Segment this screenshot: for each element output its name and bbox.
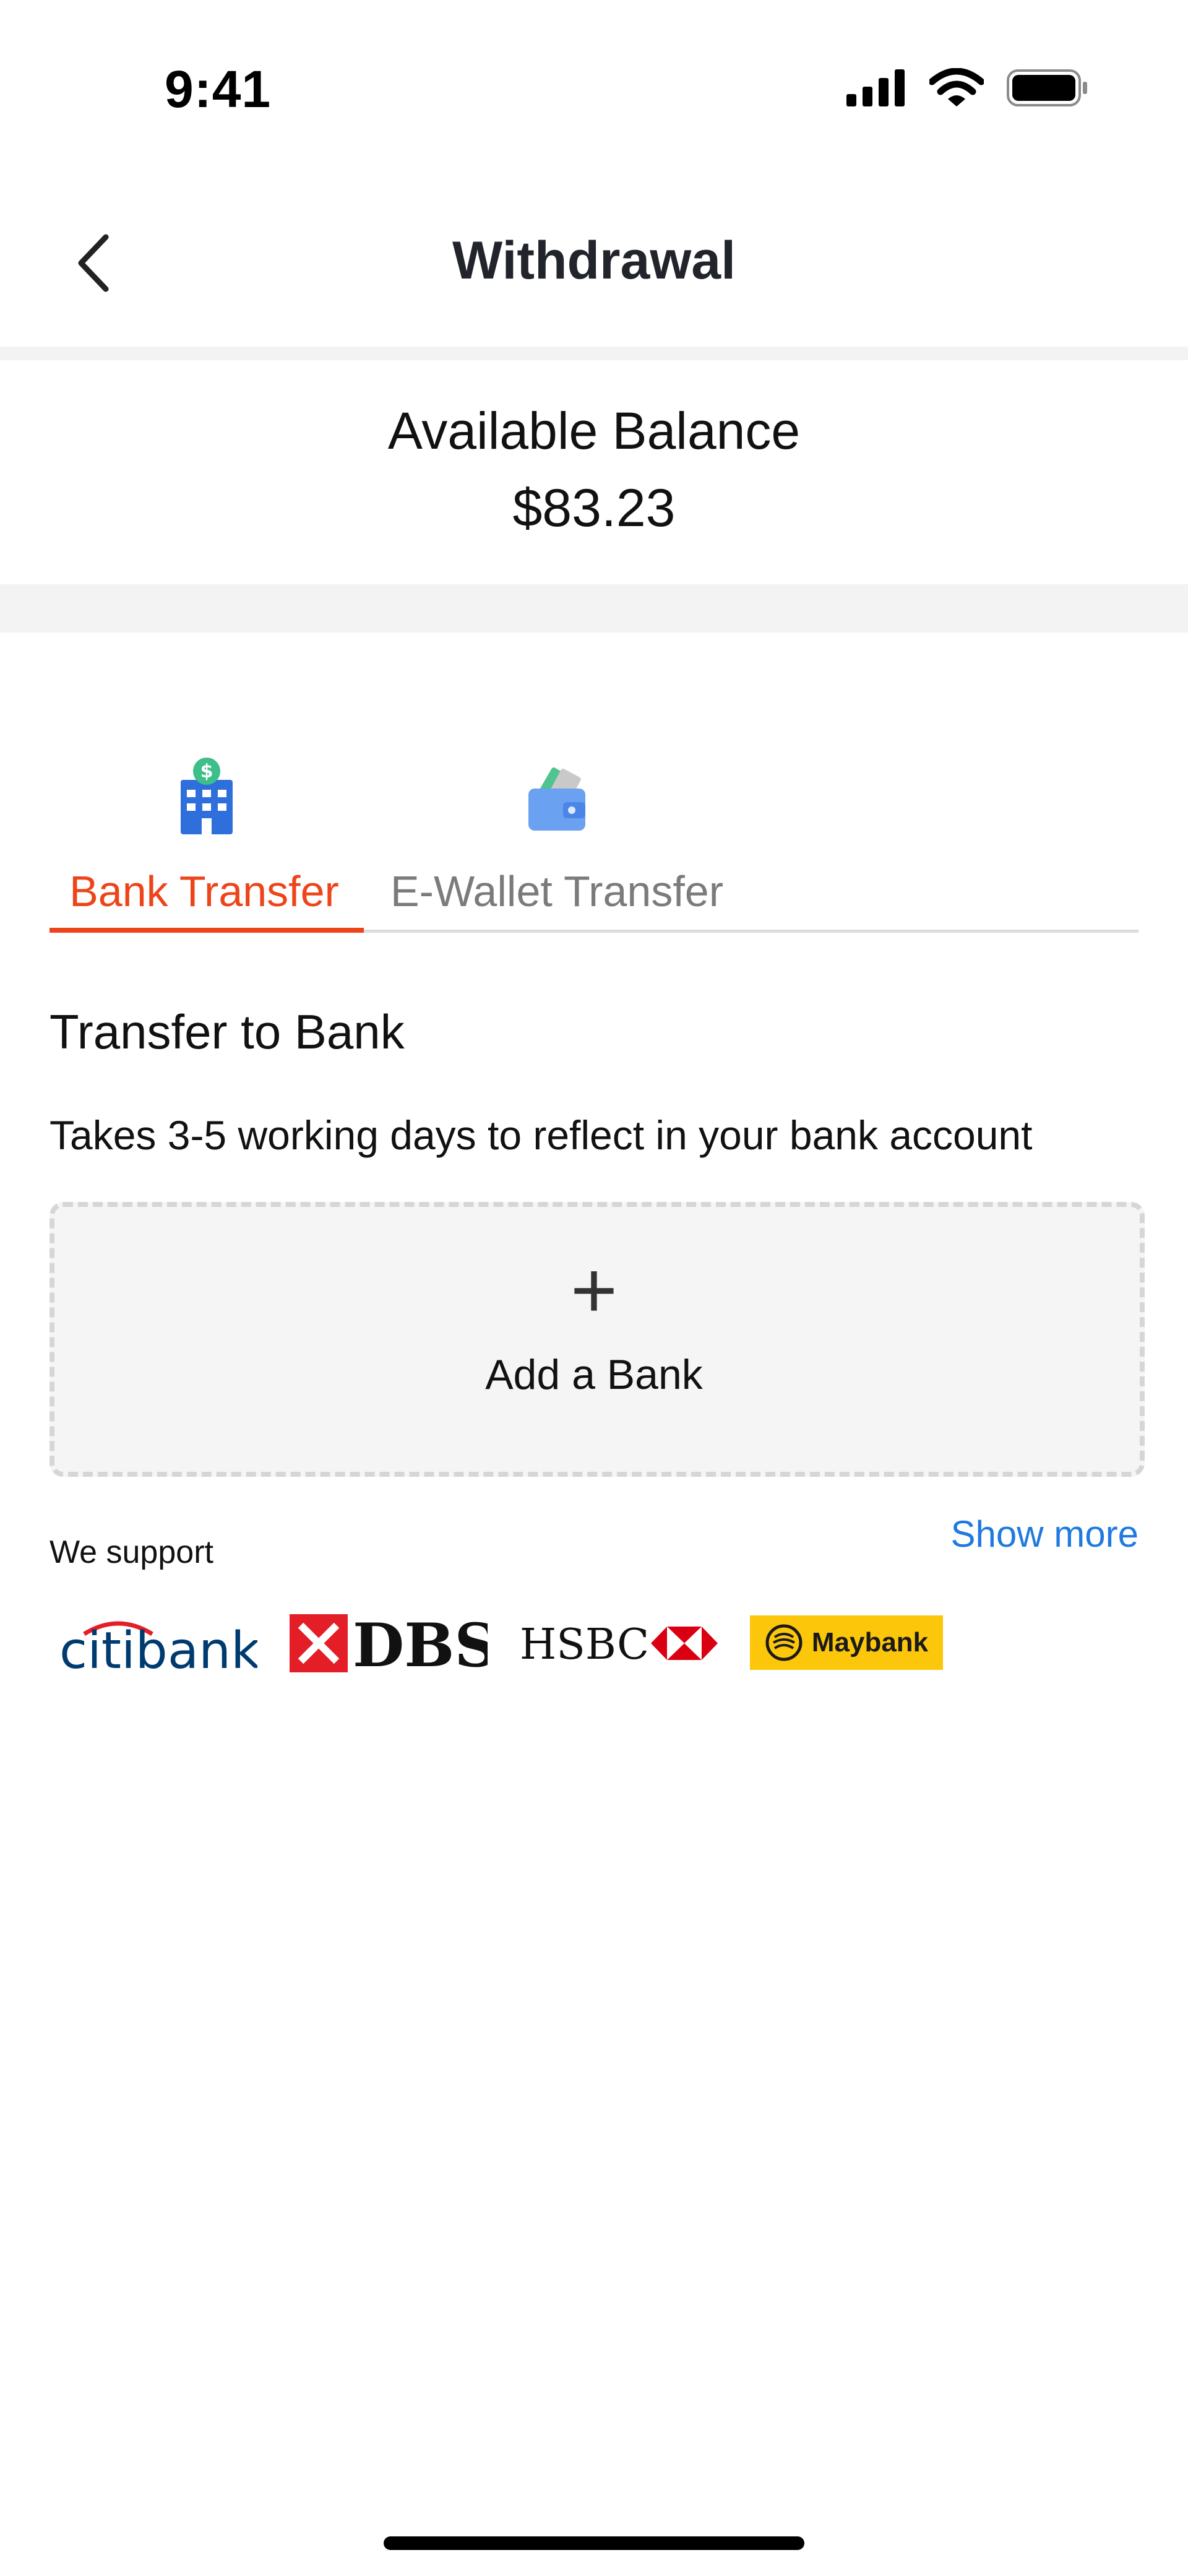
dbs-logo: DBS xyxy=(290,1609,497,1680)
status-time: 9:41 xyxy=(165,60,272,118)
tab-bank-transfer[interactable]: Bank Transfer xyxy=(50,867,359,916)
maybank-logo: Maybank xyxy=(750,1615,943,1670)
citibank-logo-text: citibank xyxy=(59,1622,257,1677)
citibank-logo: citibank xyxy=(59,1609,260,1680)
add-bank-button[interactable] xyxy=(50,1202,1145,1477)
balance-label: Available Balance xyxy=(387,402,801,460)
we-support-label: We support xyxy=(50,1534,213,1570)
tab-e-wallet-transfer[interactable]: E-Wallet Transfer xyxy=(371,867,742,916)
balance-value: $83.23 xyxy=(512,478,676,538)
wifi-icon xyxy=(929,68,984,106)
status-icons xyxy=(845,68,1089,108)
active-tab-indicator xyxy=(50,928,364,933)
hsbc-logo: HSBC xyxy=(520,1615,718,1671)
section-title: Transfer to Bank xyxy=(50,1005,405,1059)
page-title: Withdrawal xyxy=(452,231,736,290)
dbs-logo-text: DBS xyxy=(353,1610,488,1677)
bank-building-icon[interactable]: $ xyxy=(178,758,235,834)
section-description: Takes 3-5 working days to reflect in you… xyxy=(50,1112,1033,1158)
cellular-signal-icon xyxy=(846,69,905,106)
svg-text:$: $ xyxy=(200,761,213,782)
maybank-tiger-icon xyxy=(765,1624,803,1661)
section-divider xyxy=(0,584,1188,633)
maybank-logo-text: Maybank xyxy=(811,1627,929,1658)
hsbc-logo-text: HSBC xyxy=(520,1620,649,1669)
header-divider xyxy=(0,347,1188,360)
show-more-link[interactable]: Show more xyxy=(951,1513,1138,1555)
plus-icon: + xyxy=(570,1245,618,1335)
home-indicator[interactable] xyxy=(384,2536,804,2550)
wallet-icon[interactable] xyxy=(526,767,588,832)
add-bank-label: Add a Bank xyxy=(485,1351,703,1398)
battery-icon xyxy=(1007,69,1087,106)
